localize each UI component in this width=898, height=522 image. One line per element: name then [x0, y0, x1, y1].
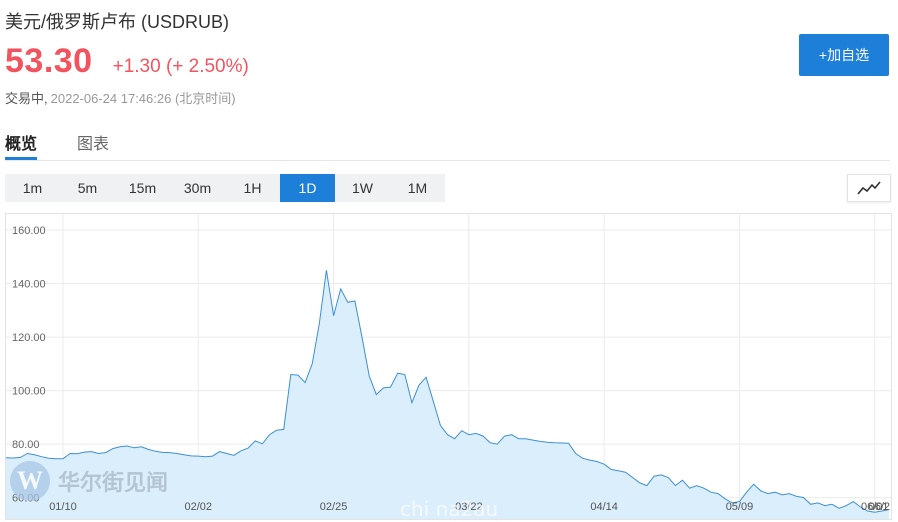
x-tick-label: 02/02	[185, 501, 213, 513]
chart-type-button[interactable]	[847, 174, 891, 202]
trading-status-row: 交易中, 2022-06-24 17:46:26 (北京时间)	[5, 88, 236, 107]
quote-timestamp: 2022-06-24 17:46:26 (北京时间)	[50, 91, 236, 106]
active-tab-indicator	[5, 157, 37, 160]
period-15m[interactable]: 15m	[115, 174, 170, 202]
watermark-text: 华尔街见闻	[58, 470, 169, 496]
period-1d[interactable]: 1D	[280, 174, 335, 202]
y-tick-label: 160.00	[12, 225, 46, 237]
price-change: +1.30 (+ 2.50%)	[112, 56, 249, 77]
y-tick-label: 80.00	[12, 439, 40, 451]
y-tick-label: 140.00	[12, 279, 46, 291]
tab-overview[interactable]: 概览	[5, 130, 37, 154]
trading-status: 交易中,	[5, 91, 48, 106]
watermark: W 华尔街见闻	[10, 461, 168, 501]
tab-chart[interactable]: 图表	[77, 130, 109, 154]
period-1w[interactable]: 1W	[335, 174, 390, 202]
y-tick-label: 120.00	[12, 332, 46, 344]
watermark-logo: W	[10, 461, 50, 501]
last-price: 53.30	[5, 42, 93, 80]
period-5m[interactable]: 5m	[60, 174, 115, 202]
instrument-title: 美元/俄罗斯卢布 (USDRUB)	[5, 12, 229, 32]
x-tick-label: 01/10	[49, 501, 77, 513]
price-row: 53.30 +1.30 (+ 2.50%)	[5, 42, 249, 81]
add-to-watchlist-button[interactable]: +加自选	[799, 34, 889, 76]
line-chart-icon	[857, 181, 881, 195]
period-1mo[interactable]: 1M	[390, 174, 445, 202]
x-tick-label: 06/2	[869, 501, 890, 513]
x-tick-label: 02/25	[320, 501, 348, 513]
y-tick-label: 100.00	[12, 386, 46, 398]
period-1m[interactable]: 1m	[5, 174, 60, 202]
period-30m[interactable]: 30m	[170, 174, 225, 202]
site-watermark: chi na2au	[400, 497, 499, 521]
x-tick-label: 05/09	[726, 501, 754, 513]
x-tick-label: 04/14	[590, 501, 618, 513]
tab-bar: 概览 图表	[5, 128, 890, 161]
period-1h[interactable]: 1H	[225, 174, 280, 202]
period-selector: 1m 5m 15m 30m 1H 1D 1W 1M	[5, 174, 445, 202]
